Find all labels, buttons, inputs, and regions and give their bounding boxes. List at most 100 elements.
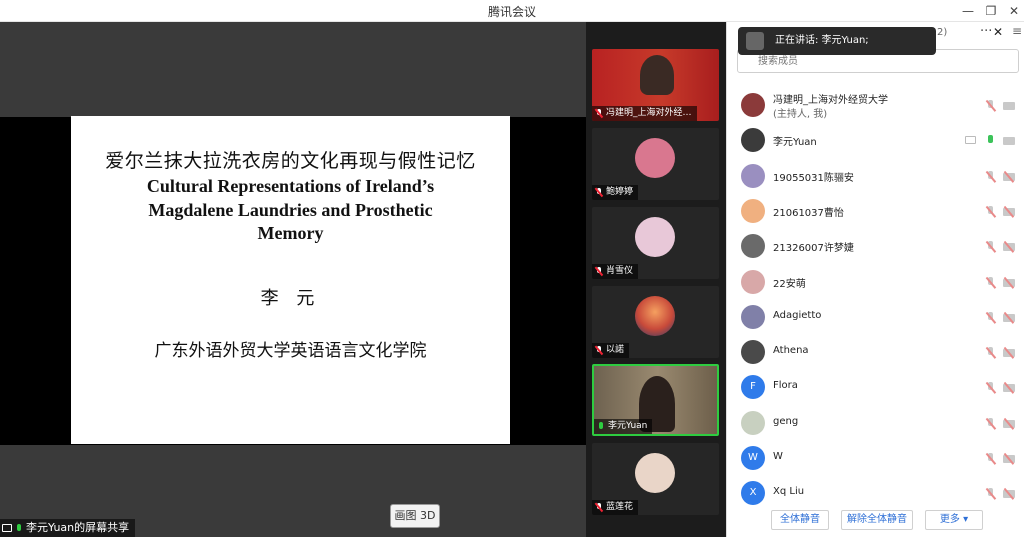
slide-english-title-line2: Magdalene Laundries and Prosthetic [148,199,433,220]
mic-muted-icon[interactable] [985,347,995,359]
mic-muted-icon [595,188,603,197]
member-name: 冯建明_上海对外经贸大学 [773,95,888,106]
slide-author: 李 元 [260,287,321,309]
mic-muted-icon [595,109,603,118]
video-tile[interactable]: 以諾 [592,286,719,358]
camera-icon[interactable] [1003,102,1015,110]
close-window-button[interactable]: ✕ [1004,2,1024,20]
camera-off-icon[interactable] [1003,420,1015,428]
slide-english-title-line1: Cultural Representations of Ireland’s [146,176,435,196]
active-speaker-tile[interactable]: 李元Yuan [592,364,719,436]
member-name: Flora [773,380,798,391]
minimize-button[interactable]: — [958,2,978,20]
member-avatar: X [741,481,765,505]
menu-icon[interactable]: ≡ [1012,24,1022,38]
member-row[interactable]: 22安萌 [727,265,1024,299]
member-avatar: W [741,446,765,470]
member-row[interactable]: Adagietto [727,300,1024,334]
camera-off-icon[interactable] [1003,455,1015,463]
speaking-text: 正在讲话: 李元Yuan; [775,35,869,46]
participant-avatar [635,138,675,178]
tile-name: 以諾 [606,345,625,355]
video-tile[interactable]: 蓝莲花 [592,443,719,515]
member-row[interactable]: geng [727,406,1024,440]
video-tile[interactable]: 肖雪仪 [592,207,719,279]
mic-muted-icon[interactable] [985,382,995,394]
member-name: 21326007许梦婕 [773,243,854,254]
mic-muted-icon[interactable] [985,171,995,183]
video-tile-strip: 冯建明_上海对外经… 鲍婷婷 肖雪仪 以諾 李元Yuan 蓝莲花 [586,22,726,537]
close-panel-icon[interactable]: ✕ [993,25,1003,39]
camera-icon[interactable] [1003,137,1015,145]
member-row[interactable]: 李元Yuan [727,123,1024,157]
tile-label: 李元Yuan [594,419,653,434]
mic-muted-icon[interactable] [985,453,995,465]
member-name: Adagietto [773,310,822,321]
video-tile[interactable]: 冯建明_上海对外经… [592,49,719,121]
window-title: 腾讯会议 [487,5,536,19]
mic-muted-icon[interactable] [985,277,995,289]
tile-name: 肖雪仪 [606,266,634,276]
tile-label: 以諾 [592,343,630,358]
participant-avatar [635,296,675,336]
mic-muted-icon [595,346,603,355]
mic-on-icon[interactable] [985,135,995,147]
more-options-icon[interactable]: ··· [980,24,992,39]
members-panel: 2) ··· ✕ ≡ 冯建明_上海对外经贸大学 (主持人, 我) 李元Yuan … [726,22,1024,537]
member-name: Xq Liu [773,486,805,497]
camera-off-icon[interactable] [1003,173,1015,181]
mic-on-icon [597,422,605,431]
title-bar: 腾讯会议 — ❐ ✕ [0,0,1024,22]
slide-affiliation: 广东外语外贸大学英语语言文化学院 [154,340,427,361]
mic-muted-icon[interactable] [985,418,995,430]
member-name: W [773,451,783,462]
member-row[interactable]: 21326007许梦婕 [727,229,1024,263]
camera-off-icon[interactable] [1003,349,1015,357]
mic-muted-icon[interactable] [985,100,995,112]
slide-english-title: Cultural Representations of Ireland’s Ma… [71,175,510,246]
unmute-all-button[interactable]: 解除全体静音 [841,510,913,530]
tile-label: 鲍婷婷 [592,185,639,200]
member-row[interactable]: 19055031陈骊安 [727,159,1024,193]
member-avatar [741,128,765,152]
video-tile[interactable]: 鲍婷婷 [592,128,719,200]
member-name: 19055031陈骊安 [773,173,854,184]
mic-muted-icon [595,503,603,512]
member-avatar [741,340,765,364]
mic-muted-icon[interactable] [985,488,995,500]
camera-off-icon[interactable] [1003,208,1015,216]
mic-muted-icon[interactable] [985,241,995,253]
camera-off-icon[interactable] [1003,314,1015,322]
member-name: Athena [773,345,809,356]
camera-off-icon[interactable] [1003,279,1015,287]
member-avatar [741,270,765,294]
camera-off-icon[interactable] [1003,490,1015,498]
member-row[interactable]: F Flora [727,370,1024,404]
participant-avatar [635,453,675,493]
panel-footer: 全体静音 解除全体静音 更多 ▾ [727,508,1024,537]
tile-name: 李元Yuan [608,421,648,431]
screen-share-area: 爱尔兰抹大拉洗衣房的文化再现与假性记忆 Cultural Representat… [0,22,586,537]
mic-muted-icon[interactable] [985,312,995,324]
slide-chinese-title: 爱尔兰抹大拉洗衣房的文化再现与假性记忆 [105,150,476,172]
member-row[interactable]: 21061037曹怡 [727,194,1024,228]
paint-3d-button[interactable]: 画图 3D [390,504,440,528]
mic-muted-icon[interactable] [985,206,995,218]
more-button[interactable]: 更多 ▾ [925,510,983,530]
member-row[interactable]: W W [727,441,1024,475]
tile-name: 鲍婷婷 [606,187,634,197]
camera-off-icon[interactable] [1003,243,1015,251]
tile-label: 冯建明_上海对外经… [592,106,697,121]
tile-name: 冯建明_上海对外经… [606,108,692,118]
member-row[interactable]: 冯建明_上海对外经贸大学 (主持人, 我) [727,88,1024,122]
member-row[interactable]: X Xq Liu [727,476,1024,510]
member-avatar [741,305,765,329]
speaker-avatar [746,32,764,50]
mute-all-button[interactable]: 全体静音 [771,510,829,530]
participant-video [640,55,674,95]
camera-off-icon[interactable] [1003,384,1015,392]
member-avatar [741,93,765,117]
member-row[interactable]: Athena [727,335,1024,369]
restore-button[interactable]: ❐ [981,2,1001,20]
share-status-text: 李元Yuan的屏幕共享 [26,521,130,534]
